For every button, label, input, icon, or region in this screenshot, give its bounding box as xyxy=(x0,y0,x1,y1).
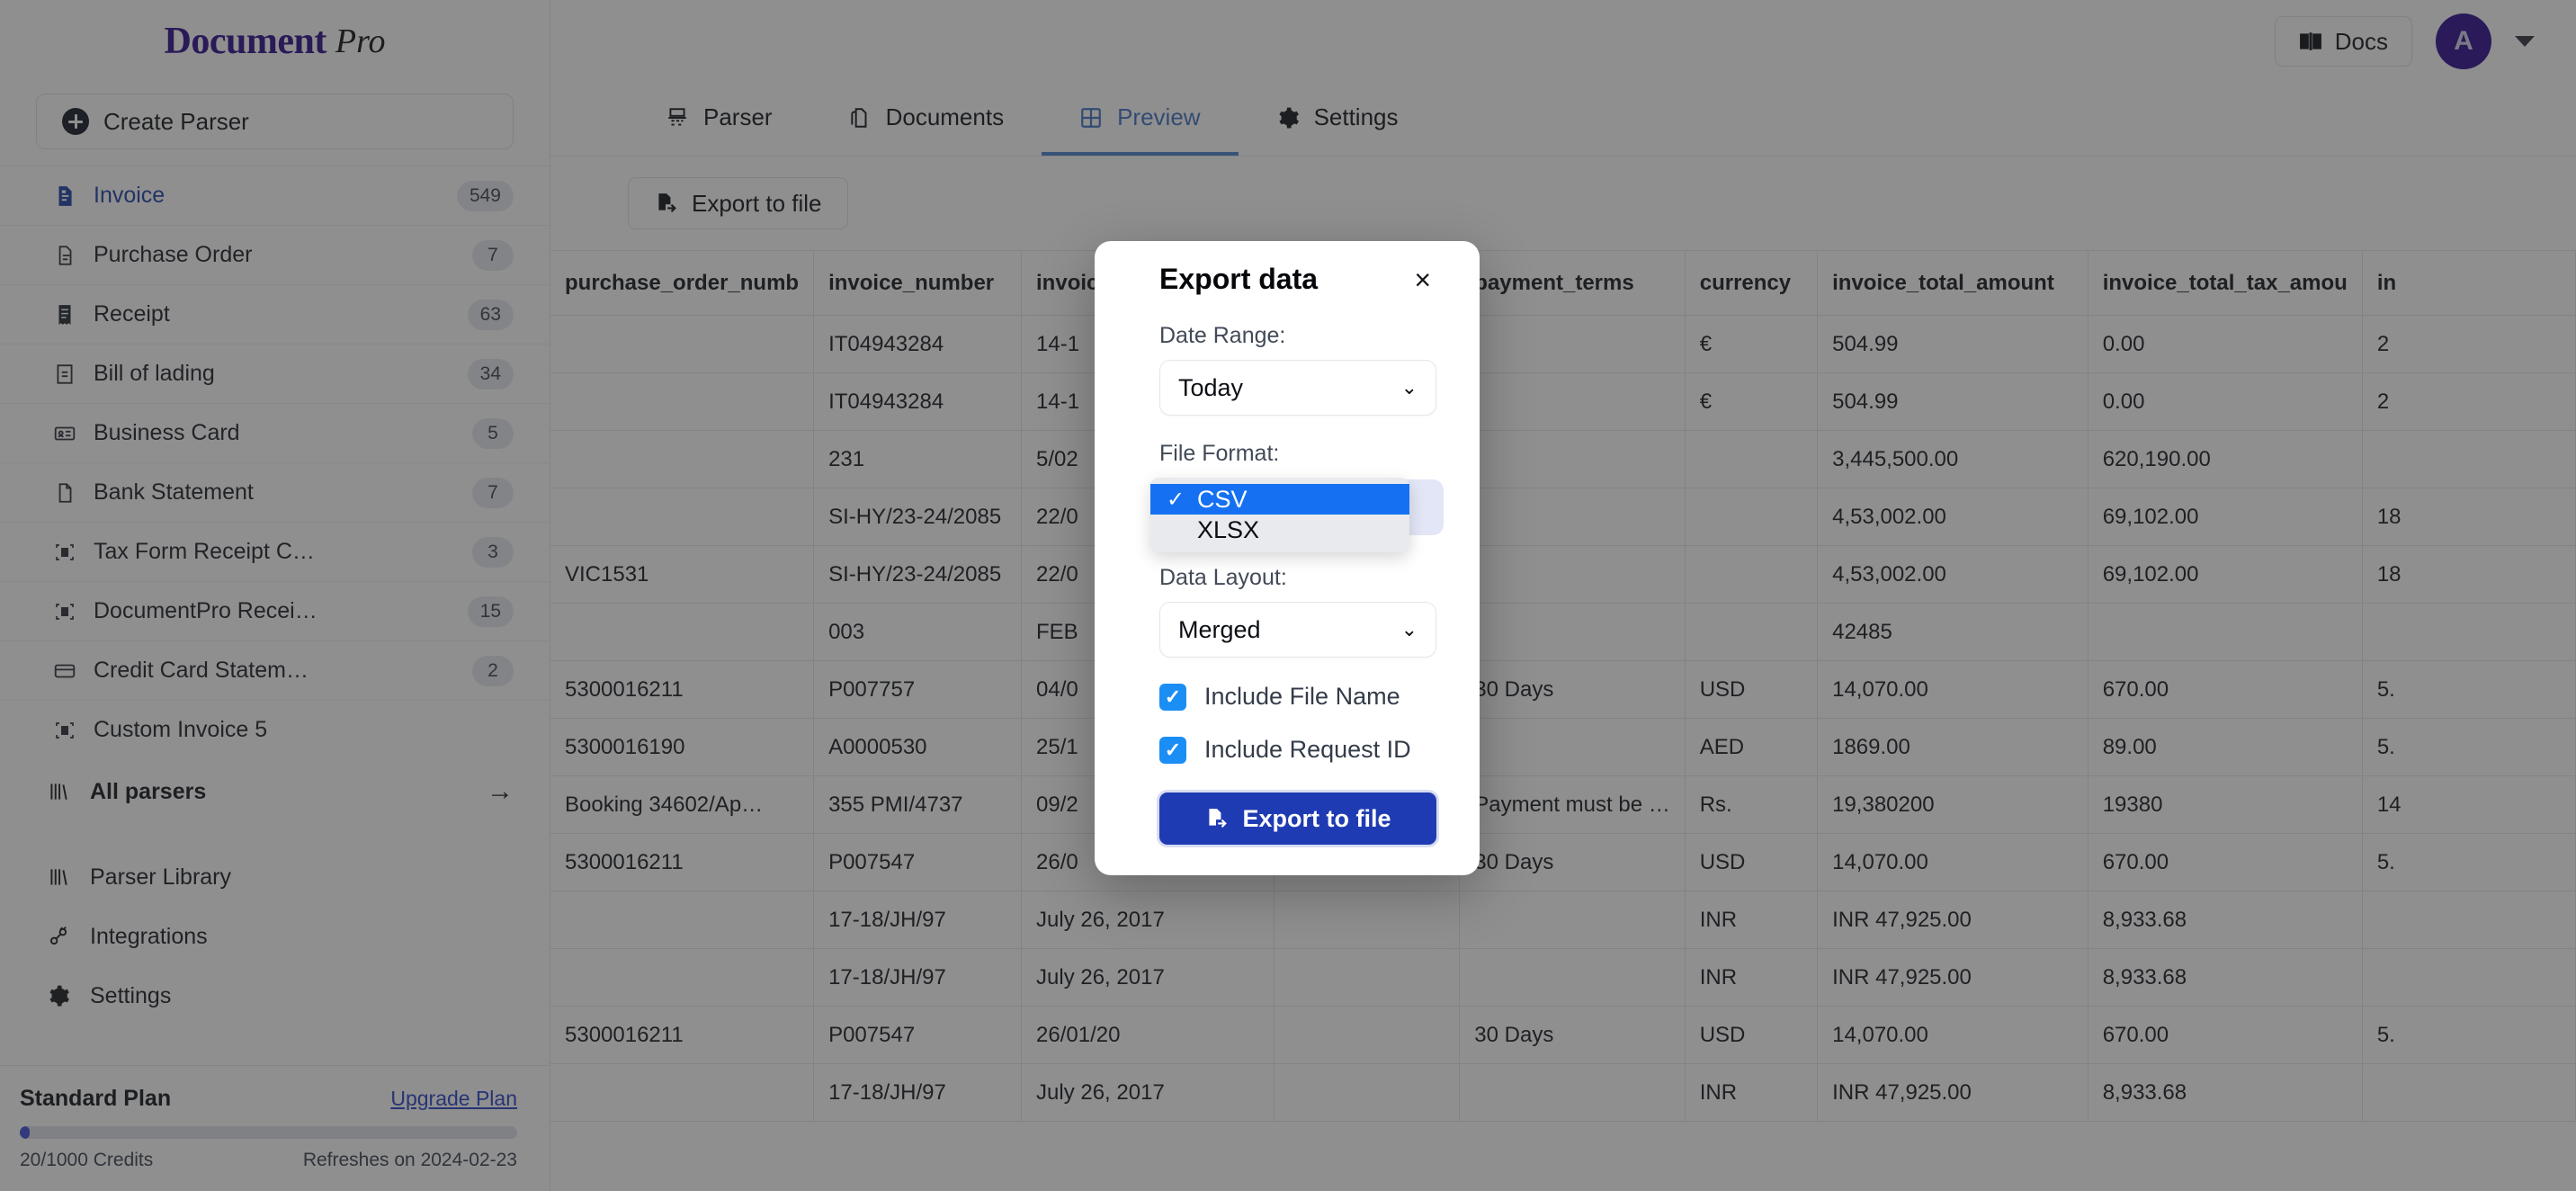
file-format-dropdown-list[interactable]: ✓ CSV ✓ XLSX xyxy=(1150,478,1409,552)
dialog-export-label: Export to file xyxy=(1242,804,1391,832)
date-range-value: Today xyxy=(1178,373,1244,401)
app-root: Document Pro Create Parser Invoice 549 P… xyxy=(0,0,2576,1191)
file-format-select-wrapper: ✓ CSV ✓ XLSX xyxy=(1150,478,1444,552)
include-file-name-checkbox-row[interactable]: ✓ Include File Name xyxy=(1159,683,1436,711)
option-label: XLSX xyxy=(1197,515,1260,543)
file-format-option-csv[interactable]: ✓ CSV xyxy=(1150,484,1409,515)
include-file-name-label: Include File Name xyxy=(1204,683,1400,710)
file-format-option-xlsx[interactable]: ✓ XLSX xyxy=(1150,515,1409,545)
close-icon[interactable]: × xyxy=(1409,265,1436,294)
option-label: CSV xyxy=(1197,485,1248,513)
checkbox-checked-icon[interactable]: ✓ xyxy=(1159,683,1186,711)
data-layout-select[interactable]: Merged ⌄ xyxy=(1159,602,1436,658)
checkbox-checked-icon[interactable]: ✓ xyxy=(1159,736,1186,764)
data-layout-label: Data Layout: xyxy=(1159,565,1287,590)
include-request-id-checkbox-row[interactable]: ✓ Include Request ID xyxy=(1159,736,1436,764)
export-file-icon xyxy=(1204,807,1228,830)
data-layout-value: Merged xyxy=(1178,615,1261,643)
check-icon: ✓ xyxy=(1167,487,1185,512)
date-range-label: Date Range: xyxy=(1159,323,1286,348)
dialog-title: Export data xyxy=(1159,263,1319,295)
chevron-down-icon: ⌄ xyxy=(1400,376,1418,398)
export-data-dialog: Export data × Date Range: Today ⌄ File F… xyxy=(1095,241,1480,875)
include-request-id-label: Include Request ID xyxy=(1204,736,1411,763)
chevron-down-icon: ⌄ xyxy=(1400,618,1418,640)
dialog-export-to-file-button[interactable]: Export to file xyxy=(1159,793,1436,845)
file-format-label: File Format: xyxy=(1159,441,1280,466)
date-range-select[interactable]: Today ⌄ xyxy=(1159,360,1436,416)
